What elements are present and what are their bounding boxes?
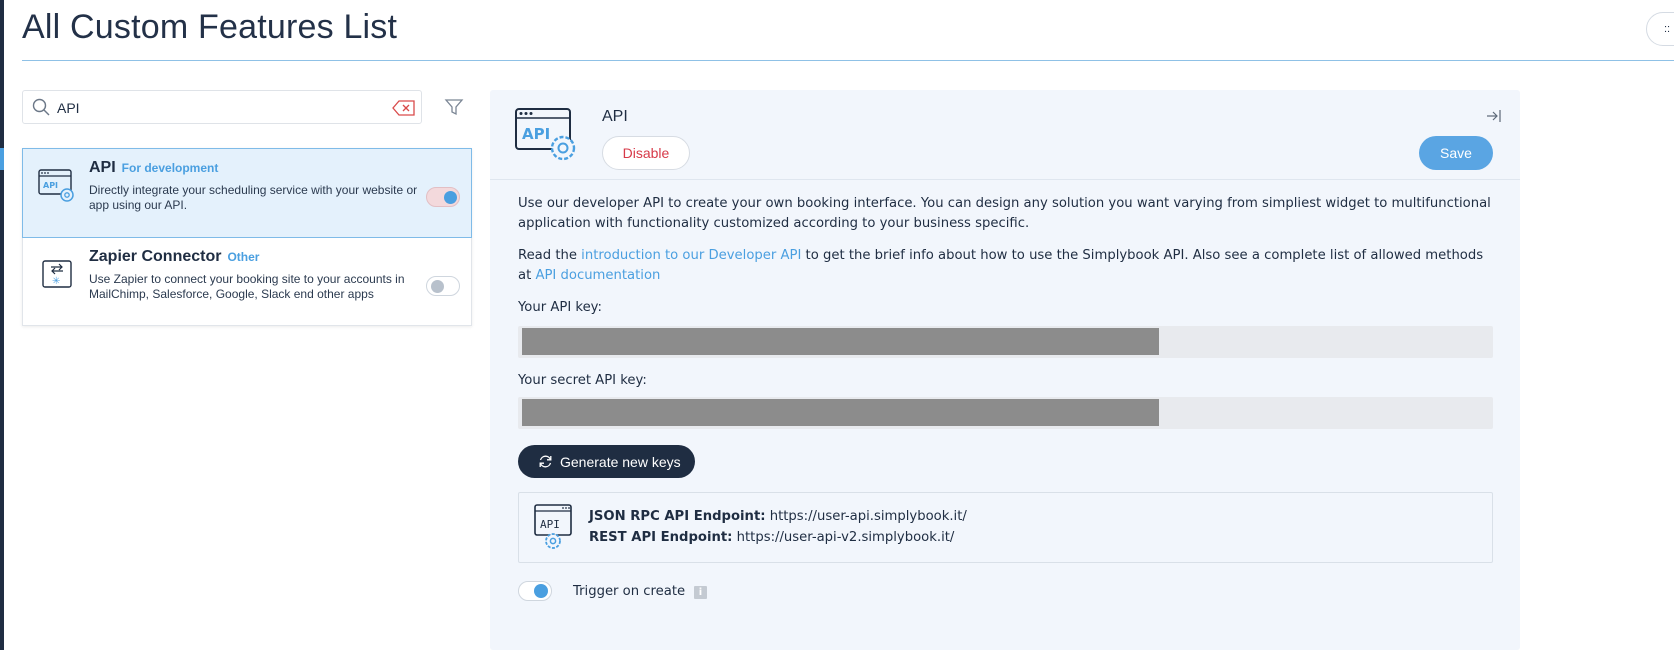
apps-grid-icon: :: [1664, 23, 1671, 35]
save-button[interactable]: Save [1419, 136, 1493, 170]
secret-api-key-label: Your secret API key: [518, 373, 647, 388]
feature-description: Use Zapier to connect your booking site … [89, 272, 405, 301]
redacted-value [522, 399, 1159, 426]
filter-icon[interactable] [444, 97, 464, 117]
api-gear-icon: API [38, 169, 74, 202]
panel-header: API API Disable Save [490, 90, 1520, 180]
trigger-on-create-label: Trigger on create [573, 584, 686, 599]
svg-text:✳: ✳ [52, 276, 60, 287]
zapier-connector-icon: ✳ [42, 260, 72, 288]
left-edge-bar [0, 0, 4, 650]
collapse-panel-icon[interactable] [1486, 108, 1502, 124]
generate-label: Generate new keys [560, 453, 681, 470]
svg-text:API: API [522, 125, 550, 143]
svg-text:API: API [43, 181, 58, 190]
api-intro-text: Use our developer API to create your own… [518, 196, 1491, 231]
feature-item-api[interactable]: API API For development Directly integrat… [22, 148, 472, 238]
generate-new-keys-button[interactable]: Generate new keys [518, 445, 695, 478]
api-gear-icon: API [515, 108, 576, 161]
svg-text:API: API [540, 518, 560, 531]
search-input[interactable] [57, 98, 377, 118]
api-endpoint-icon: API [534, 504, 572, 549]
feature-toggle-zapier[interactable] [426, 276, 460, 296]
endpoint-box: API JSON RPC API Endpoint: https://user-… [518, 492, 1493, 563]
feature-name: Zapier Connector Other [89, 248, 260, 265]
redacted-value [522, 328, 1159, 355]
feature-list: API API For development Directly integrat… [22, 148, 472, 326]
api-key-label: Your API key: [518, 300, 602, 315]
feature-category: For development [121, 161, 219, 175]
clear-search-icon[interactable] [392, 100, 416, 116]
apps-menu-button[interactable]: :: [1646, 12, 1674, 46]
feature-category: Other [227, 250, 260, 264]
api-documentation-link[interactable]: API documentation [535, 268, 660, 283]
feature-description: Directly integrate your scheduling servi… [89, 183, 418, 212]
title-divider [22, 60, 1674, 61]
trigger-on-create-toggle[interactable] [518, 581, 552, 601]
feature-name: API For development [89, 159, 219, 176]
api-key-field[interactable] [518, 326, 1493, 358]
left-edge-accent [0, 148, 4, 170]
search-icon [32, 98, 50, 116]
page-title: All Custom Features List [22, 8, 398, 46]
feature-detail-panel: API API Disable Save Use our developer A… [490, 90, 1520, 650]
disable-button[interactable]: Disable [602, 136, 690, 170]
json-rpc-endpoint: JSON RPC API Endpoint: https://user-api.… [589, 509, 967, 524]
feature-item-zapier[interactable]: ✳ Zapier Connector Other Use Zapier to co… [23, 238, 471, 327]
search-box [22, 90, 422, 124]
api-docs-text: Read the introduction to our Developer A… [518, 248, 1484, 283]
secret-api-key-field[interactable] [518, 397, 1493, 429]
feature-toggle-api[interactable] [426, 187, 460, 207]
rest-endpoint: REST API Endpoint: https://user-api-v2.s… [589, 530, 955, 545]
info-icon[interactable]: i [694, 586, 707, 599]
detail-title: API [602, 108, 628, 125]
developer-api-intro-link[interactable]: introduction to our Developer API [581, 248, 801, 263]
refresh-icon [539, 455, 552, 468]
